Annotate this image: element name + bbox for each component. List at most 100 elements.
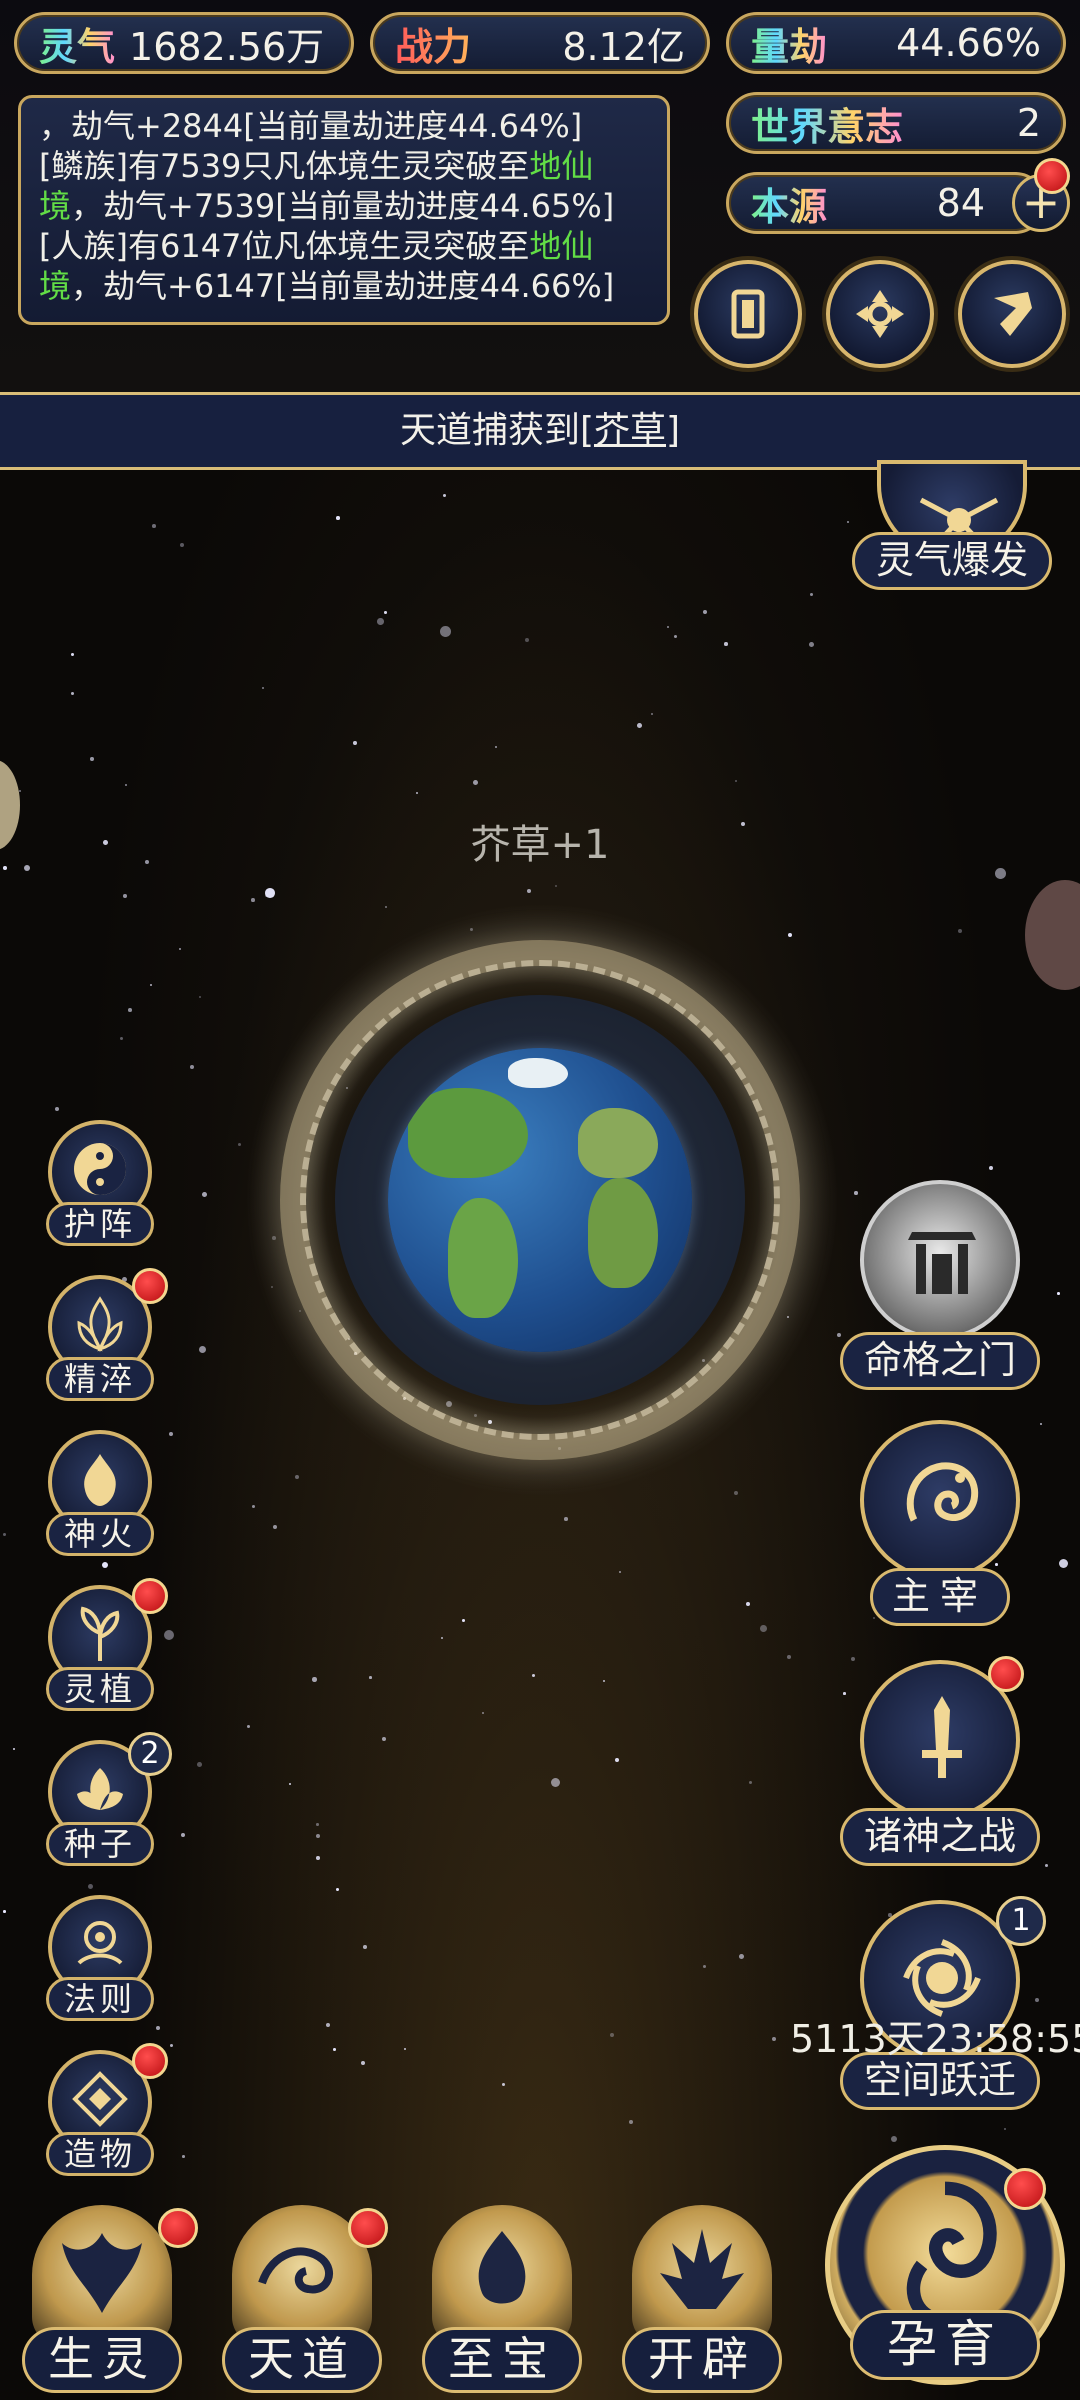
nav-zhibao-button[interactable]: 至宝 [412,2205,592,2400]
nav-yunyu-label: 孕育 [850,2310,1040,2380]
star [637,723,642,728]
star [316,1823,319,1826]
star [152,524,156,528]
star [336,516,340,520]
notification-dot [132,2043,168,2079]
lingqi-value: 1682.56万 [129,24,325,69]
log-line: 境，劫气+6147[当前量劫进度44.66%] [39,267,615,305]
benyuan-pill: 本源 84 [726,172,1046,234]
seed-icon [77,1768,123,1810]
notification-dot [132,1578,168,1614]
star [1057,1292,1060,1295]
log-line: 境，劫气+7539[当前量劫进度44.65%] [39,187,615,225]
star [462,1619,465,1622]
star [369,1676,372,1679]
star [525,638,529,642]
star [251,898,255,902]
liangjie-label: 量劫 [751,16,827,71]
gain-popup: 芥草+1 [470,822,610,868]
star [265,888,275,898]
nav-kaipi-label: 开辟 [622,2327,782,2393]
ruler-button[interactable]: 主宰 [840,1420,1040,1630]
star [316,1834,321,1839]
lingqi-pill: 灵气 1682.56万 [14,12,354,74]
star [202,1192,207,1197]
zhanli-pill: 战力 8.12亿 [370,12,710,74]
world-planet[interactable] [388,1048,692,1352]
star [724,642,728,646]
continent [578,1108,658,1178]
lingqi-label: 灵气 [39,16,115,71]
zaowu-label: 造物 [46,2132,154,2176]
notification-dot [158,2208,198,2248]
dragon-icon [906,1462,979,1522]
star [90,757,94,761]
star [123,894,127,898]
seed-count-badge: 2 [128,1732,172,1776]
yin-yang-icon [74,1143,126,1195]
scroll-button[interactable] [958,260,1066,368]
huzhen-label: 护阵 [46,1202,154,1246]
notification-dot [348,2208,388,2248]
star [482,1712,484,1714]
star [88,1884,93,1889]
captured-item-link[interactable]: 芥草 [594,410,666,451]
benyuan-label: 本源 [751,176,827,231]
star [316,1856,320,1860]
phoenix-icon [62,2233,142,2313]
gods-war-label: 诸神之战 [840,1808,1040,1866]
faze-button[interactable]: 法则 [40,1895,160,2025]
star [382,1737,387,1742]
star [312,1677,317,1682]
nav-zhibao-label: 至宝 [422,2327,582,2393]
huzhen-button[interactable]: 护阵 [40,1120,160,1250]
fate-gate-label: 命格之门 [840,1332,1040,1390]
rune-icon [77,1921,123,1965]
star [120,1037,123,1040]
shijie-value: 2 [1016,101,1041,145]
star [164,1630,174,1640]
lingqi-burst-button[interactable]: 灵气爆发 [852,420,1052,600]
burst-label: 灵气爆发 [852,532,1052,590]
faze-label: 法则 [46,1977,154,2021]
shijie-label: 世界意志 [751,96,903,151]
shenhuo-label: 神火 [46,1512,154,1556]
star [3,1910,6,1913]
star [377,618,384,625]
sword-icon [922,1696,962,1778]
nav-tiandao-label: 天道 [222,2327,382,2393]
log-line: ，劫气+2844[当前量劫进度44.64%] [39,107,583,145]
space-jump-count-badge: 1 [996,1896,1046,1946]
vortex-icon [856,290,904,338]
fire-icon [84,1454,116,1506]
shenhuo-button[interactable]: 神火 [40,1430,160,1560]
star [169,1432,174,1437]
log-line: [鳞族]有7539只凡体境生灵突破至地仙 [39,147,594,185]
continent [448,1198,518,1318]
star [156,2026,160,2030]
notification-dot [1034,158,1070,194]
nav-kaipi-button[interactable]: 开辟 [612,2205,792,2400]
creation-icon [72,2071,128,2127]
star [19,790,22,793]
card-button[interactable] [694,260,802,368]
vortex-button[interactable] [826,260,934,368]
notification-dot [988,1656,1024,1692]
star [440,626,451,637]
star [336,1888,339,1891]
treasure-icon [478,2231,526,2304]
continent [408,1088,528,1178]
ruler-label: 主宰 [870,1568,1010,1626]
star [197,1762,202,1767]
star [473,780,478,785]
star [615,1758,619,1762]
plant-icon [80,1606,120,1661]
scroll-icon [994,292,1032,336]
liangjie-value: 44.66% [896,21,1041,65]
star [363,1945,367,1949]
zhanli-value: 8.12亿 [562,24,685,69]
gate-icon [908,1232,976,1294]
shijie-pill[interactable]: 世界意志 2 [726,92,1066,154]
fate-gate-button[interactable]: 命格之门 [840,1180,1040,1400]
lingzhi-label: 灵植 [46,1667,154,1711]
